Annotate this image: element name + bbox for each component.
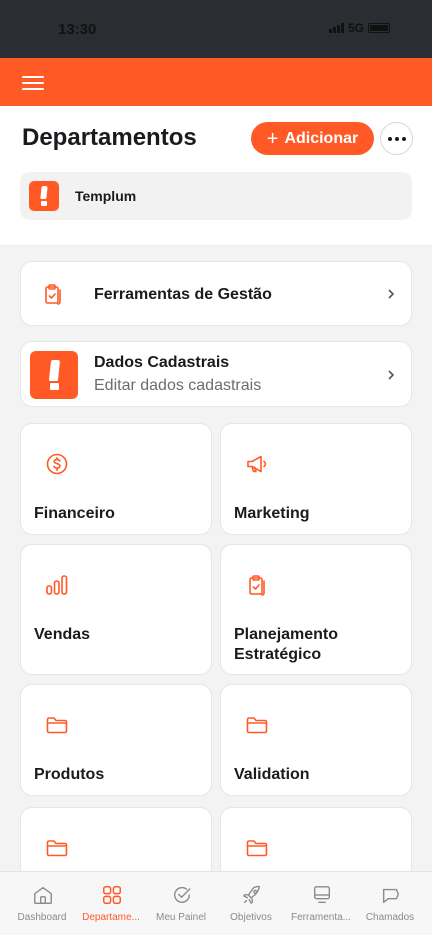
nav-item-objetivos[interactable]: Objetivos — [215, 872, 287, 935]
nav-label: Chamados — [365, 912, 415, 923]
nav-item-meu-painel[interactable]: Meu Painel — [145, 872, 217, 935]
registration-data-row[interactable]: Dados Cadastrais Editar dados cadastrais — [20, 341, 412, 407]
department-card-marketing[interactable]: Marketing — [220, 423, 412, 535]
monitor-icon — [313, 886, 331, 904]
nav-label: Meu Painel — [155, 912, 207, 923]
department-label: Planejamento Estratégico — [234, 626, 339, 663]
nav-label: Departame... — [82, 912, 140, 923]
status-indicators: 5G — [328, 21, 390, 35]
department-label: Marketing — [234, 505, 310, 522]
nav-item-dashboard[interactable]: Dashboard — [6, 872, 78, 935]
folder-icon — [246, 840, 268, 857]
nav-item-chamados[interactable]: Chamados — [354, 872, 426, 935]
check-circle-icon — [174, 886, 191, 903]
home-icon — [34, 886, 52, 904]
add-button[interactable]: + Adicionar — [251, 122, 374, 155]
department-card-produtos[interactable]: Produtos — [20, 684, 212, 796]
folder-icon — [46, 840, 68, 857]
department-card-validation[interactable]: Validation — [220, 684, 412, 796]
templum-logo — [30, 351, 78, 399]
nav-item-departamentos[interactable]: Departame... — [75, 872, 147, 935]
department-card-financeiro[interactable]: Financeiro — [20, 423, 212, 535]
chat-icon — [382, 888, 400, 904]
plus-icon: + — [266, 127, 279, 150]
page-title: Departamentos — [22, 124, 197, 151]
company-selector[interactable]: Templum — [20, 172, 412, 220]
battery-icon — [368, 23, 390, 33]
grid-icon — [103, 886, 121, 904]
clipboard-check-icon — [249, 575, 265, 596]
dollar-circle-icon — [46, 453, 68, 475]
bar-chart-icon — [46, 575, 68, 595]
nav-item-ferramentas[interactable]: Ferramenta... — [285, 872, 357, 935]
chevron-right-icon — [388, 289, 395, 299]
clipboard-check-icon — [45, 284, 61, 305]
department-label: Financeiro — [34, 505, 115, 522]
app-bar — [0, 58, 432, 106]
department-label: Vendas — [34, 626, 91, 643]
department-card-vendas[interactable]: Vendas — [20, 544, 212, 675]
network-label: 5G — [347, 21, 364, 35]
rocket-icon — [243, 885, 261, 904]
chevron-right-icon — [388, 370, 395, 380]
add-button-label: Adicionar — [284, 129, 359, 147]
page-header: Departamentos + Adicionar Templum — [0, 106, 432, 246]
more-options-icon[interactable] — [380, 122, 413, 155]
department-card-planejamento-estrategico[interactable]: Planejamento Estratégico — [220, 544, 412, 675]
company-name: Templum — [75, 188, 137, 204]
bottom-nav: Dashboard Departame... Meu Painel Objeti… — [0, 871, 432, 935]
management-tools-row[interactable]: Ferramentas de Gestão — [20, 261, 412, 326]
nav-label: Objetivos — [230, 912, 272, 923]
management-tools-title: Ferramentas de Gestão — [94, 286, 272, 303]
department-card[interactable] — [20, 807, 212, 871]
registration-data-subtitle: Editar dados cadastrais — [94, 377, 262, 394]
megaphone-icon — [247, 455, 267, 473]
status-time: 13:30 — [58, 21, 97, 38]
signal-icon — [328, 23, 344, 33]
department-label: Produtos — [34, 766, 105, 783]
departments-content: Ferramentas de Gestão Dados Cadastrais E… — [0, 247, 432, 871]
nav-label: Ferramenta... — [290, 912, 352, 923]
company-logo — [29, 181, 59, 211]
nav-label: Dashboard — [17, 912, 67, 923]
folder-icon — [246, 717, 268, 734]
department-label: Validation — [234, 766, 310, 783]
department-card[interactable] — [220, 807, 412, 871]
hamburger-menu-icon[interactable] — [22, 72, 44, 92]
registration-data-title: Dados Cadastrais — [94, 354, 230, 371]
folder-icon — [46, 717, 68, 734]
status-bar: 13:30 5G — [0, 0, 432, 58]
